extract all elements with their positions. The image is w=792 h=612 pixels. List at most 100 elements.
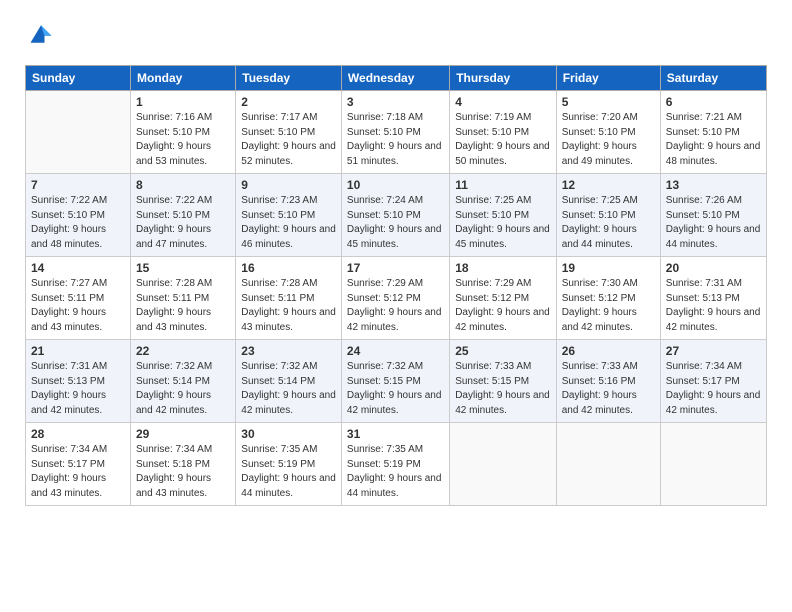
day-info: Sunrise: 7:32 AM Sunset: 5:14 PM Dayligh… [241,360,336,418]
day-info: Sunrise: 7:28 AM Sunset: 5:11 PM Dayligh… [136,277,230,335]
sunrise-label: Sunrise: 7:23 AM [241,195,317,206]
calendar-cell: 17 Sunrise: 7:29 AM Sunset: 5:12 PM Dayl… [341,257,449,340]
day-number: 9 [241,178,336,192]
day-info: Sunrise: 7:22 AM Sunset: 5:10 PM Dayligh… [136,194,230,252]
day-number: 28 [31,427,125,441]
sunrise-label: Sunrise: 7:32 AM [347,361,423,372]
daylight-label: Daylight: 9 hours and 42 minutes. [666,390,761,416]
daylight-label: Daylight: 9 hours and 46 minutes. [241,224,336,250]
weekday-header: Sunday [26,66,131,91]
calendar-cell: 15 Sunrise: 7:28 AM Sunset: 5:11 PM Dayl… [131,257,236,340]
daylight-label: Daylight: 9 hours and 45 minutes. [455,224,550,250]
sunset-label: Sunset: 5:15 PM [347,376,421,387]
calendar-cell: 6 Sunrise: 7:21 AM Sunset: 5:10 PM Dayli… [660,91,766,174]
day-info: Sunrise: 7:33 AM Sunset: 5:15 PM Dayligh… [455,360,551,418]
calendar-cell: 4 Sunrise: 7:19 AM Sunset: 5:10 PM Dayli… [450,91,557,174]
day-number: 7 [31,178,125,192]
day-number: 2 [241,95,336,109]
daylight-label: Daylight: 9 hours and 43 minutes. [31,307,106,333]
daylight-label: Daylight: 9 hours and 53 minutes. [136,141,211,167]
calendar-cell: 5 Sunrise: 7:20 AM Sunset: 5:10 PM Dayli… [556,91,660,174]
sunset-label: Sunset: 5:11 PM [136,293,209,304]
sunrise-label: Sunrise: 7:16 AM [136,112,212,123]
sunrise-label: Sunrise: 7:20 AM [562,112,638,123]
calendar-cell [450,423,557,506]
day-number: 22 [136,344,230,358]
calendar-cell: 16 Sunrise: 7:28 AM Sunset: 5:11 PM Dayl… [236,257,342,340]
day-number: 30 [241,427,336,441]
sunset-label: Sunset: 5:13 PM [31,376,105,387]
sunset-label: Sunset: 5:12 PM [347,293,421,304]
weekday-header: Tuesday [236,66,342,91]
sunset-label: Sunset: 5:10 PM [666,210,740,221]
day-number: 15 [136,261,230,275]
day-number: 18 [455,261,551,275]
day-info: Sunrise: 7:29 AM Sunset: 5:12 PM Dayligh… [347,277,444,335]
day-info: Sunrise: 7:16 AM Sunset: 5:10 PM Dayligh… [136,111,230,169]
calendar-cell: 28 Sunrise: 7:34 AM Sunset: 5:17 PM Dayl… [26,423,131,506]
day-number: 31 [347,427,444,441]
day-number: 27 [666,344,761,358]
day-number: 19 [562,261,655,275]
sunset-label: Sunset: 5:11 PM [31,293,104,304]
logo [25,20,59,53]
sunset-label: Sunset: 5:13 PM [666,293,740,304]
day-info: Sunrise: 7:24 AM Sunset: 5:10 PM Dayligh… [347,194,444,252]
sunset-label: Sunset: 5:10 PM [562,127,636,138]
calendar-cell: 25 Sunrise: 7:33 AM Sunset: 5:15 PM Dayl… [450,340,557,423]
sunset-label: Sunset: 5:10 PM [455,210,529,221]
daylight-label: Daylight: 9 hours and 42 minutes. [666,307,761,333]
sunset-label: Sunset: 5:17 PM [666,376,740,387]
day-number: 6 [666,95,761,109]
sunset-label: Sunset: 5:12 PM [562,293,636,304]
daylight-label: Daylight: 9 hours and 42 minutes. [347,390,442,416]
calendar-cell: 13 Sunrise: 7:26 AM Sunset: 5:10 PM Dayl… [660,174,766,257]
daylight-label: Daylight: 9 hours and 47 minutes. [136,224,211,250]
sunrise-label: Sunrise: 7:22 AM [136,195,212,206]
daylight-label: Daylight: 9 hours and 43 minutes. [136,473,211,499]
day-number: 13 [666,178,761,192]
sunrise-label: Sunrise: 7:21 AM [666,112,742,123]
daylight-label: Daylight: 9 hours and 44 minutes. [347,473,442,499]
day-info: Sunrise: 7:33 AM Sunset: 5:16 PM Dayligh… [562,360,655,418]
header [25,20,767,53]
sunrise-label: Sunrise: 7:33 AM [562,361,638,372]
daylight-label: Daylight: 9 hours and 43 minutes. [241,307,336,333]
day-number: 29 [136,427,230,441]
sunrise-label: Sunrise: 7:27 AM [31,278,107,289]
sunset-label: Sunset: 5:18 PM [136,459,210,470]
day-info: Sunrise: 7:32 AM Sunset: 5:14 PM Dayligh… [136,360,230,418]
day-number: 26 [562,344,655,358]
calendar-cell: 30 Sunrise: 7:35 AM Sunset: 5:19 PM Dayl… [236,423,342,506]
calendar-cell: 3 Sunrise: 7:18 AM Sunset: 5:10 PM Dayli… [341,91,449,174]
day-info: Sunrise: 7:20 AM Sunset: 5:10 PM Dayligh… [562,111,655,169]
sunrise-label: Sunrise: 7:28 AM [136,278,212,289]
weekday-header: Wednesday [341,66,449,91]
sunset-label: Sunset: 5:10 PM [347,127,421,138]
sunrise-label: Sunrise: 7:34 AM [136,444,212,455]
day-number: 8 [136,178,230,192]
sunset-label: Sunset: 5:14 PM [241,376,315,387]
sunrise-label: Sunrise: 7:18 AM [347,112,423,123]
calendar-table: SundayMondayTuesdayWednesdayThursdayFrid… [25,65,767,506]
day-number: 14 [31,261,125,275]
calendar-cell: 18 Sunrise: 7:29 AM Sunset: 5:12 PM Dayl… [450,257,557,340]
daylight-label: Daylight: 9 hours and 45 minutes. [347,224,442,250]
day-info: Sunrise: 7:25 AM Sunset: 5:10 PM Dayligh… [562,194,655,252]
day-info: Sunrise: 7:34 AM Sunset: 5:17 PM Dayligh… [31,443,125,501]
calendar-cell: 22 Sunrise: 7:32 AM Sunset: 5:14 PM Dayl… [131,340,236,423]
calendar-cell: 11 Sunrise: 7:25 AM Sunset: 5:10 PM Dayl… [450,174,557,257]
page: SundayMondayTuesdayWednesdayThursdayFrid… [0,0,792,612]
sunrise-label: Sunrise: 7:34 AM [666,361,742,372]
sunrise-label: Sunrise: 7:28 AM [241,278,317,289]
sunrise-label: Sunrise: 7:34 AM [31,444,107,455]
day-info: Sunrise: 7:19 AM Sunset: 5:10 PM Dayligh… [455,111,551,169]
sunset-label: Sunset: 5:16 PM [562,376,636,387]
daylight-label: Daylight: 9 hours and 42 minutes. [241,390,336,416]
sunrise-label: Sunrise: 7:17 AM [241,112,317,123]
sunrise-label: Sunrise: 7:30 AM [562,278,638,289]
day-number: 24 [347,344,444,358]
sunrise-label: Sunrise: 7:29 AM [347,278,423,289]
day-number: 20 [666,261,761,275]
day-info: Sunrise: 7:32 AM Sunset: 5:15 PM Dayligh… [347,360,444,418]
